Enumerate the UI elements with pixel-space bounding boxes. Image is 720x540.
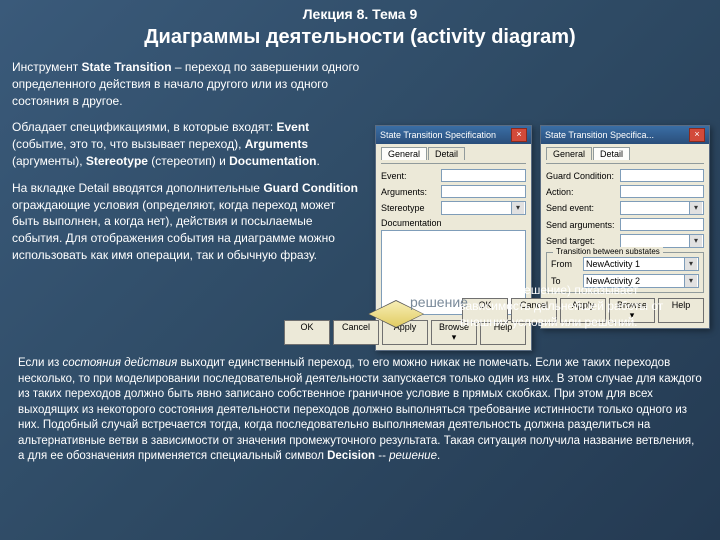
input-send-arguments[interactable] xyxy=(620,218,704,231)
fieldset-legend: Transition between substates xyxy=(553,247,663,256)
paragraph-3: На вкладке Detail вводятся дополнительны… xyxy=(12,180,362,264)
input-event[interactable] xyxy=(441,169,526,182)
close-icon[interactable]: × xyxy=(511,128,527,142)
input-guard-condition[interactable] xyxy=(620,169,704,182)
tab-general[interactable]: General xyxy=(546,147,592,160)
decision-text: Decision (решение) показывает зависимост… xyxy=(460,282,710,331)
tab-detail[interactable]: Detail xyxy=(428,147,465,160)
dialog-title: State Transition Specification xyxy=(380,130,496,140)
label-send-arguments: Send arguments: xyxy=(546,220,616,230)
label-event: Event: xyxy=(381,171,437,181)
paragraph-1: Инструмент State Transition – переход по… xyxy=(12,59,362,109)
label-send-target: Send target: xyxy=(546,236,616,246)
label-stereotype: Stereotype xyxy=(381,203,437,213)
close-icon[interactable]: × xyxy=(689,128,705,142)
combo-from[interactable]: NewActivity 1 xyxy=(583,257,699,271)
label-from: From xyxy=(551,259,579,269)
tab-general[interactable]: General xyxy=(381,147,427,160)
input-action[interactable] xyxy=(620,185,704,198)
bottom-paragraph: Если из состояния действия выходит единс… xyxy=(18,356,702,465)
tab-detail[interactable]: Detail xyxy=(593,147,630,160)
lecture-label: Лекция 8. Тема 9 xyxy=(0,6,720,22)
dialog-titlebar: State Transition Specification × xyxy=(376,126,531,144)
ok-button[interactable]: OK xyxy=(284,320,330,345)
combo-stereotype[interactable] xyxy=(441,201,526,215)
left-text-block: Инструмент State Transition – переход по… xyxy=(12,59,362,264)
combo-send-event[interactable] xyxy=(620,201,704,215)
label-send-event: Send event: xyxy=(546,203,616,213)
page-title: Диаграммы деятельности (activity diagram… xyxy=(0,26,720,49)
label-documentation: Documentation xyxy=(381,218,437,228)
combo-send-target[interactable] xyxy=(620,234,704,248)
label-action: Action: xyxy=(546,187,616,197)
paragraph-2: Обладает спецификациями, в которые входя… xyxy=(12,119,362,169)
input-arguments[interactable] xyxy=(441,185,526,198)
label-guard-condition: Guard Condition: xyxy=(546,171,616,181)
dialog-titlebar: State Transition Specifica... × xyxy=(541,126,709,144)
label-arguments: Arguments: xyxy=(381,187,437,197)
dialog-title: State Transition Specifica... xyxy=(545,130,654,140)
